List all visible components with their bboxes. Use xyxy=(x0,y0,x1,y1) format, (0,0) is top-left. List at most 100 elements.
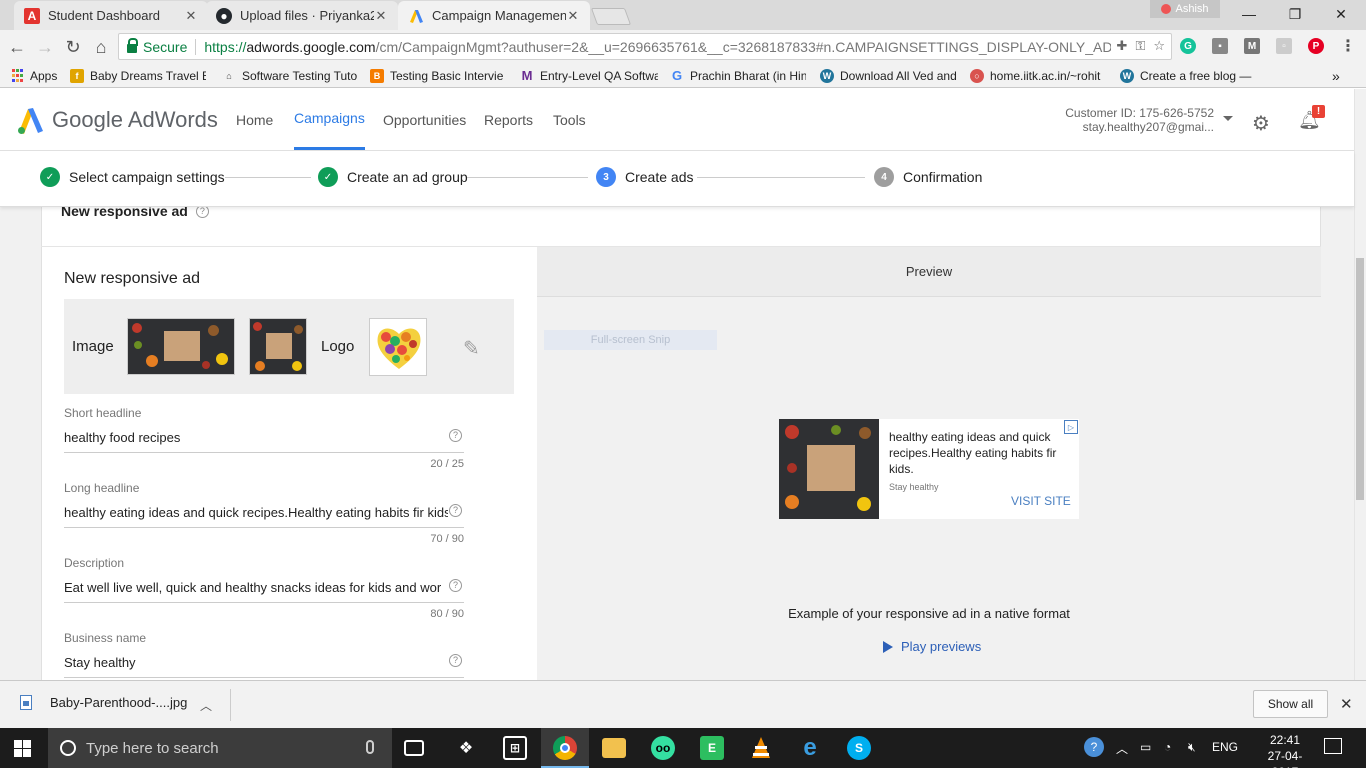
address-bar[interactable]: Secure https://adwords.google.com/cm/Cam… xyxy=(118,33,1172,60)
bookmark-item[interactable]: W Download All Ved and xyxy=(820,67,958,84)
bookmark-item[interactable]: f Baby Dreams Travel B xyxy=(70,67,206,84)
help-icon[interactable]: ? xyxy=(449,500,462,517)
restore-icon[interactable]: ❐ xyxy=(1272,0,1318,28)
bookmarks-overflow-icon[interactable]: » xyxy=(1332,67,1346,84)
tab-student-dashboard[interactable]: A Student Dashboard ✕ xyxy=(14,1,208,30)
bookmark-item[interactable]: B Testing Basic Intervie xyxy=(370,67,508,84)
home-icon[interactable]: ⌂ xyxy=(90,36,112,58)
microphone-icon[interactable] xyxy=(366,740,374,754)
tab-campaign-management[interactable]: Campaign Management ✕ xyxy=(398,1,590,30)
menu-kebab-icon[interactable]: ⋮ xyxy=(1340,38,1356,55)
bookmark-item[interactable]: W Create a free blog — xyxy=(1120,67,1258,84)
bookmark-item[interactable]: ○ home.iitk.ac.in/~rohit xyxy=(970,67,1108,84)
tab-title: Campaign Management xyxy=(432,8,566,23)
bookmark-label: Baby Dreams Travel B xyxy=(90,68,206,83)
bookmark-item[interactable]: M Entry-Level QA Softwa xyxy=(520,67,658,84)
step-label: Create an ad group xyxy=(347,169,468,185)
language-indicator[interactable]: ENG xyxy=(1212,740,1238,754)
step-create-ad-group[interactable]: ✓ Create an ad group xyxy=(318,167,468,187)
pinterest-icon[interactable]: P xyxy=(1308,38,1324,54)
help-icon[interactable]: ? xyxy=(449,425,462,442)
close-icon[interactable]: ✕ xyxy=(184,8,198,24)
grammarly-icon[interactable]: G xyxy=(1180,38,1196,54)
show-all-button[interactable]: Show all xyxy=(1253,690,1328,718)
task-view-icon[interactable] xyxy=(404,740,424,756)
logo-thumbnail[interactable] xyxy=(369,318,427,376)
adwords-logo[interactable]: Google AdWords xyxy=(16,105,218,135)
step-label: Confirmation xyxy=(903,169,983,185)
native-ad-preview[interactable]: ▷ healthy eating ideas and quick recipes… xyxy=(779,419,1079,519)
system-clock[interactable]: 22:41 27-04-2017 xyxy=(1258,732,1312,768)
account-switcher[interactable]: Customer ID: 175-626-5752 stay.healthy20… xyxy=(1000,106,1214,134)
nav-reports[interactable]: Reports xyxy=(484,89,533,151)
extension-puzzle-icon[interactable]: ✚ xyxy=(1117,38,1128,54)
chrome-icon[interactable] xyxy=(553,736,577,760)
chevron-up-icon[interactable]: ︿ xyxy=(1116,740,1128,757)
nav-opportunities[interactable]: Opportunities xyxy=(383,89,466,151)
chevron-down-icon[interactable] xyxy=(1223,116,1233,121)
battery-icon[interactable]: ▭ xyxy=(1140,740,1151,754)
bookmark-label: Testing Basic Intervie xyxy=(390,68,504,83)
nav-home[interactable]: Home xyxy=(236,89,273,151)
dropbox-icon[interactable]: ❖ xyxy=(454,736,478,760)
close-icon[interactable]: ✕ xyxy=(374,8,388,24)
extension-image-icon[interactable]: ▫ xyxy=(1276,38,1292,54)
description-input[interactable]: Eat well live well, quick and healthy sn… xyxy=(64,580,448,595)
extension-icon[interactable]: ▪ xyxy=(1212,38,1228,54)
windows-start-icon[interactable] xyxy=(14,740,31,757)
taskbar-search[interactable]: Type here to search xyxy=(48,728,392,768)
reload-icon[interactable]: ↻ xyxy=(62,36,84,58)
close-icon[interactable]: ✕ xyxy=(1340,695,1353,713)
window-close-icon[interactable]: ✕ xyxy=(1318,0,1364,28)
adwords-header: Google AdWords Home Campaigns Opportunit… xyxy=(0,89,1354,151)
gear-icon[interactable]: ⚙ xyxy=(1252,111,1270,136)
nav-campaigns[interactable]: Campaigns xyxy=(294,89,365,150)
vlc-icon[interactable] xyxy=(749,736,773,760)
new-tab-button[interactable] xyxy=(590,8,632,25)
back-icon[interactable]: ← xyxy=(6,36,28,58)
internet-explorer-icon[interactable]: e xyxy=(798,734,822,761)
m-icon: M xyxy=(521,68,533,83)
skype-icon[interactable]: S xyxy=(847,736,871,760)
star-icon[interactable]: ☆ xyxy=(1153,38,1165,54)
action-center-icon[interactable] xyxy=(1324,738,1342,754)
step-select-campaign-settings[interactable]: ✓ Select campaign settings xyxy=(40,167,225,187)
bookmark-apps[interactable]: Apps xyxy=(10,67,62,84)
tripadvisor-icon[interactable]: oo xyxy=(651,736,675,760)
divider xyxy=(230,689,231,721)
wifi-icon[interactable]: ◔ xyxy=(1164,740,1171,754)
image-thumbnail-square[interactable] xyxy=(249,318,307,375)
minimize-icon[interactable]: — xyxy=(1226,0,1272,28)
nav-tools[interactable]: Tools xyxy=(553,89,586,151)
file-explorer-icon[interactable] xyxy=(602,738,626,758)
edit-pencil-icon[interactable]: ✎ xyxy=(463,336,480,361)
step-confirmation[interactable]: 4 Confirmation xyxy=(874,167,982,187)
tab-upload-files[interactable]: ● Upload files · Priyanka20 ✕ xyxy=(206,1,398,30)
divider xyxy=(195,38,197,55)
extension-m-icon[interactable]: M xyxy=(1244,38,1260,54)
short-headline-input[interactable]: healthy food recipes xyxy=(64,430,452,445)
play-previews-button[interactable]: Play previews xyxy=(883,639,981,654)
evernote-icon[interactable]: E xyxy=(700,736,724,760)
business-name-input[interactable]: Stay healthy xyxy=(64,655,452,670)
adchoices-icon[interactable]: ▷ xyxy=(1064,420,1078,434)
chevron-up-icon[interactable]: ︿ xyxy=(200,697,212,714)
help-tray-icon[interactable]: ? xyxy=(1084,737,1104,757)
bookmark-item[interactable]: G Prachin Bharat (in Hin xyxy=(670,67,806,84)
preview-heading: Preview xyxy=(537,247,1321,297)
step-create-ads[interactable]: 3 Create ads xyxy=(596,167,693,187)
profile-button[interactable]: Ashish xyxy=(1150,0,1220,18)
store-icon[interactable]: ⊞ xyxy=(503,736,527,760)
forward-icon[interactable]: → xyxy=(34,36,56,58)
visit-site-button[interactable]: VISIT SITE xyxy=(1011,494,1071,508)
help-icon[interactable]: ? xyxy=(449,650,462,667)
help-icon[interactable]: ? xyxy=(449,575,462,592)
key-icon[interactable]: ⚿ xyxy=(1135,38,1145,54)
close-icon[interactable]: ✕ xyxy=(566,8,580,24)
download-item[interactable]: Baby-Parenthood-....jpg xyxy=(20,695,187,710)
volume-muted-icon[interactable]: 🔇︎ xyxy=(1188,740,1196,755)
long-headline-input[interactable]: healthy eating ideas and quick recipes.H… xyxy=(64,505,448,520)
bookmark-item[interactable]: ⌂ Software Testing Tuto xyxy=(222,67,358,84)
image-thumbnail-landscape[interactable] xyxy=(127,318,235,375)
scrollbar-thumb[interactable] xyxy=(1356,258,1364,500)
